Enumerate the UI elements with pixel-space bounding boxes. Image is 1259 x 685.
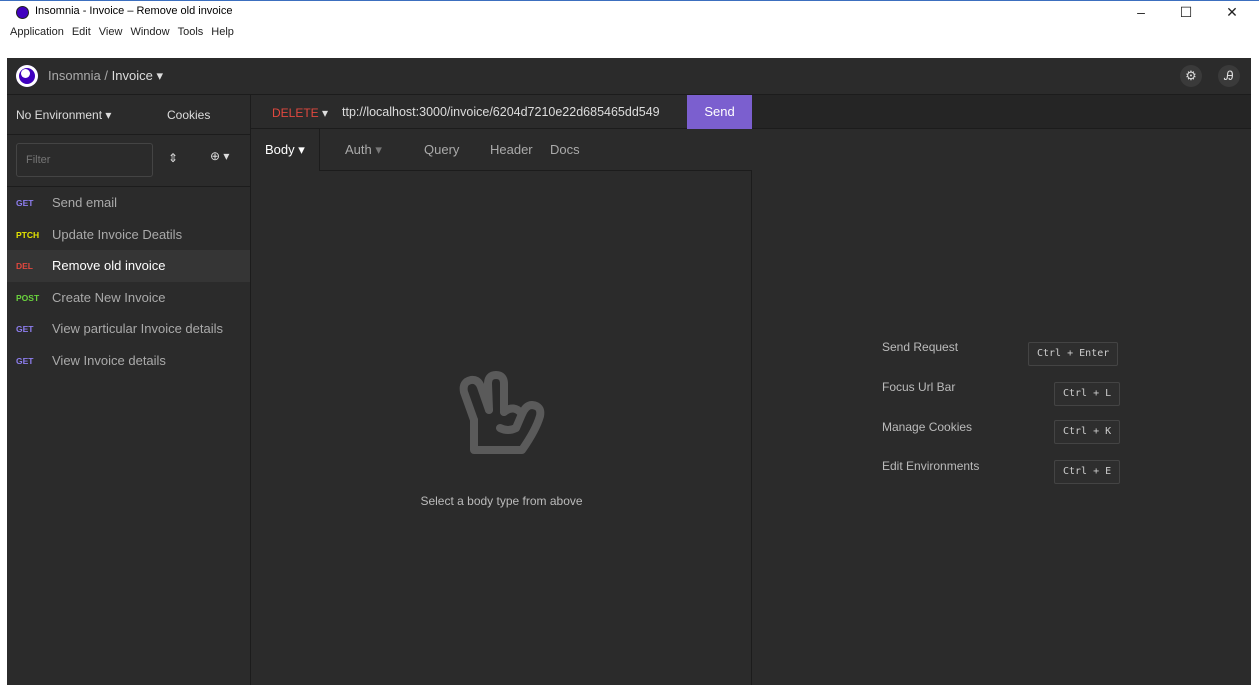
breadcrumb-app[interactable]: Insomnia	[48, 68, 101, 83]
chevron-down-icon: ▾	[375, 142, 382, 157]
tab-body[interactable]: Body ▾	[251, 129, 320, 172]
environment-dropdown[interactable]: No Environment ▾	[16, 108, 111, 122]
request-name: Remove old invoice	[52, 258, 166, 273]
breadcrumb-separator: /	[104, 68, 108, 83]
user-icon: Ꭿ	[1224, 68, 1234, 83]
request-name: Update Invoice Deatils	[52, 226, 183, 242]
response-header	[752, 95, 1251, 129]
tab-query[interactable]: Query	[424, 129, 459, 171]
settings-button[interactable]: ⚙	[1180, 65, 1202, 87]
chevron-down-icon: ▾	[298, 142, 305, 157]
request-item[interactable]: GET Send email	[7, 187, 250, 219]
method-badge: GET	[16, 355, 34, 366]
shortcut-label: Send Request	[882, 340, 959, 354]
gear-icon: ⚙	[1185, 68, 1197, 83]
breadcrumb-workspace[interactable]: Invoice	[112, 68, 153, 83]
chevron-down-icon: ▾	[322, 106, 329, 120]
close-button[interactable]: ✕	[1222, 3, 1242, 21]
request-tabs: Body ▾ Auth ▾ Query Header Docs	[251, 129, 752, 172]
menu-tools[interactable]: Tools	[174, 23, 208, 38]
shortcut-label: Focus Url Bar	[882, 380, 956, 394]
chevron-down-icon: ▾	[105, 108, 112, 122]
filter-row: ⇕ ⊕ ▾	[7, 135, 250, 187]
method-dropdown[interactable]: DELETE ▾	[272, 106, 328, 120]
chevron-down-icon: ▾	[223, 149, 230, 163]
environment-label: No Environment	[16, 108, 103, 122]
menu-application[interactable]: Application	[6, 23, 68, 38]
filter-input[interactable]	[16, 143, 153, 177]
request-name: Send email	[52, 195, 118, 210]
response-pane: Send Request Ctrl + Enter Focus Url Bar …	[752, 129, 1251, 685]
body-pane: Select a body type from above	[251, 171, 752, 685]
shortcut-keys: Ctrl + Enter	[1028, 342, 1119, 366]
shortcut-keys: Ctrl + E	[1054, 460, 1121, 484]
url-input[interactable]: ttp://localhost:3000/invoice/6204d7210e2…	[342, 105, 660, 119]
cookies-button[interactable]: Cookies	[167, 108, 210, 122]
request-item-active[interactable]: DEL Remove old invoice	[7, 250, 250, 282]
request-list: GET Send email PTCH Update Invoice Deati…	[7, 187, 250, 376]
tab-docs[interactable]: Docs	[550, 129, 580, 171]
insomnia-logo-icon	[16, 65, 38, 87]
insomnia-app-icon	[16, 6, 29, 19]
window-title: Insomnia - Invoice – Remove old invoice	[35, 5, 233, 17]
maximize-button[interactable]: ☐	[1176, 3, 1196, 21]
method-badge: PTCH	[16, 229, 40, 240]
chevron-down-icon: ▾	[156, 68, 163, 83]
menu-view[interactable]: View	[95, 23, 127, 38]
sidebar: No Environment ▾ Cookies ⇕ ⊕ ▾ GET Send …	[7, 95, 251, 685]
send-button[interactable]: Send	[687, 95, 752, 129]
breadcrumb[interactable]: Insomnia / Invoice ▾	[48, 68, 163, 84]
menu-window[interactable]: Window	[126, 23, 173, 38]
plus-circle-icon: ⊕	[210, 149, 221, 163]
app-header: Insomnia / Invoice ▾ ⚙ Ꭿ	[7, 58, 1251, 95]
peace-hand-icon	[459, 371, 545, 454]
request-name: View Invoice details	[52, 352, 166, 368]
request-item[interactable]: GET View Invoice details	[7, 345, 250, 377]
request-name: Create New Invoice	[52, 289, 166, 305]
account-button[interactable]: Ꭿ	[1218, 65, 1240, 87]
menu-bar: Application Edit View Window Tools Help	[0, 22, 1259, 42]
environment-row: No Environment ▾ Cookies	[7, 95, 250, 135]
tab-auth-label: Auth	[345, 142, 372, 157]
shortcut-keys: Ctrl + K	[1054, 420, 1121, 444]
method-badge: POST	[16, 292, 40, 303]
method-label: DELETE	[272, 106, 319, 120]
tab-body-label: Body	[265, 142, 295, 157]
method-badge: GET	[16, 198, 34, 208]
shortcut-keys: Ctrl + L	[1054, 382, 1121, 406]
url-bar: DELETE ▾ ttp://localhost:3000/invoice/62…	[251, 95, 752, 129]
tab-header[interactable]: Header	[490, 129, 533, 171]
sort-icon[interactable]: ⇕	[168, 151, 178, 165]
shortcut-label: Edit Environments	[882, 459, 980, 473]
request-name: View particular Invoice details	[52, 321, 224, 336]
shortcut-label: Manage Cookies	[882, 420, 973, 434]
request-item[interactable]: POST Create New Invoice	[7, 282, 250, 314]
add-request-button[interactable]: ⊕ ▾	[210, 149, 229, 163]
minimize-button[interactable]: –	[1131, 3, 1151, 21]
window-titlebar: Insomnia - Invoice – Remove old invoice …	[0, 0, 1259, 22]
menu-help[interactable]: Help	[207, 23, 238, 38]
menu-edit[interactable]: Edit	[68, 23, 95, 38]
method-badge: GET	[16, 324, 34, 334]
request-item[interactable]: GET View particular Invoice details	[7, 313, 250, 345]
body-hint: Select a body type from above	[420, 494, 583, 508]
tab-auth[interactable]: Auth ▾	[345, 129, 382, 171]
method-badge: DEL	[16, 261, 33, 271]
request-item[interactable]: PTCH Update Invoice Deatils	[7, 219, 250, 251]
